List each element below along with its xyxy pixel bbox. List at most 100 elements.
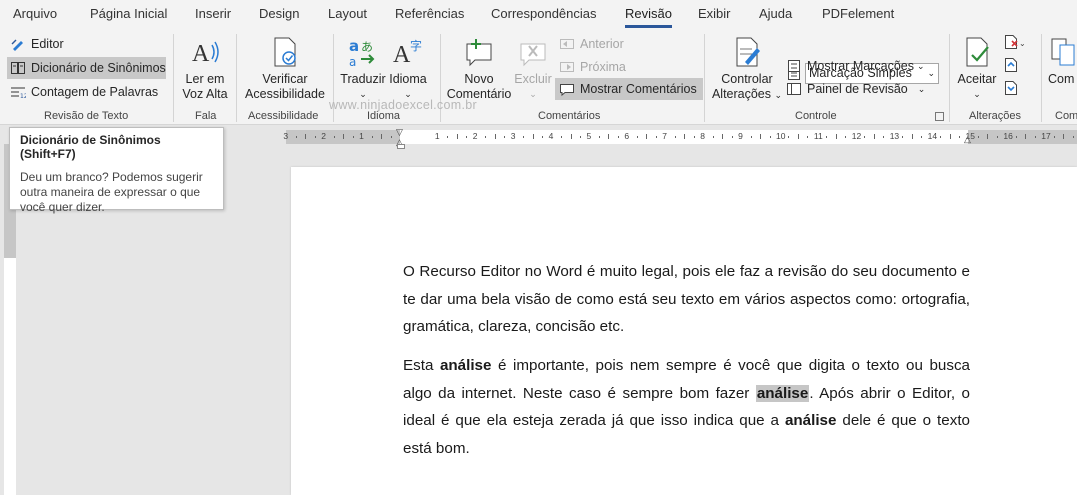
tab-ajuda[interactable]: Ajuda — [759, 6, 792, 21]
svg-text:a: a — [349, 55, 356, 69]
svg-text:あ: あ — [361, 40, 373, 54]
ruler-tick-mark — [788, 136, 790, 138]
previous-change-icon[interactable] — [1003, 57, 1019, 78]
comparar-button[interactable]: Com — [1048, 34, 1077, 87]
ruler-tick-mark — [1034, 136, 1036, 138]
read-aloud-icon: A — [188, 34, 222, 70]
idioma-button[interactable]: A字 Idioma ⌄ — [388, 34, 428, 102]
ruler-tick-mark — [959, 136, 961, 138]
svg-text:123: 123 — [20, 93, 26, 100]
tooltip-title: Dicionário de Sinônimos (Shift+F7) — [20, 133, 161, 161]
verificar-line2: Acessibilidade — [245, 87, 325, 101]
tab-layout[interactable]: Layout — [328, 6, 367, 21]
tab-referencias[interactable]: Referências — [395, 6, 464, 21]
controle-dialog-launcher-icon[interactable] — [935, 112, 944, 121]
ribbon-tabs: Arquivo Página Inicial Inserir Design La… — [0, 0, 1077, 30]
group-label-comentarios: Comentários — [538, 110, 601, 122]
ruler-tick-mark — [722, 134, 724, 139]
delete-comment-icon — [516, 34, 550, 70]
ruler-tick-label: 12 — [851, 131, 862, 141]
novo-comentario-button[interactable]: Novo Comentário — [447, 34, 511, 102]
tab-revisao[interactable]: Revisão — [625, 6, 672, 28]
anterior-button[interactable]: Anterior — [559, 33, 624, 55]
ruler-tick-mark — [494, 134, 496, 139]
dicionario-sinonimos-button[interactable]: Dicionário de Sinônimos — [7, 57, 166, 79]
svg-text:a: a — [349, 37, 359, 55]
group-label-alteracoes: Alterações — [969, 110, 1021, 122]
ler-voz-alta-button[interactable]: A Ler em Voz Alta — [181, 34, 229, 102]
left-indent-box-icon[interactable] — [397, 144, 405, 149]
ler-line1: Ler em — [185, 72, 225, 86]
ruler-tick-mark — [646, 134, 648, 139]
group-separator — [704, 34, 705, 122]
traduzir-button[interactable]: aあa Traduzir ⌄ — [340, 34, 386, 102]
show-markup-icon — [786, 58, 802, 74]
contagem-palavras-button[interactable]: 123 Contagem de Palavras — [10, 81, 160, 103]
p2-bold: análise — [784, 412, 837, 429]
editor-button[interactable]: Editor — [10, 33, 130, 55]
ruler-tick-mark — [1025, 134, 1027, 139]
ruler-tick-mark — [940, 136, 942, 138]
ruler-tick-mark — [902, 136, 904, 138]
ruler-tick-mark — [1015, 136, 1017, 138]
ruler-tick-mark — [523, 136, 525, 138]
tab-arquivo[interactable]: Arquivo — [13, 6, 57, 21]
controlar-line2: Alterações ⌄ — [712, 87, 782, 103]
ruler-tick-mark — [598, 136, 600, 138]
tab-inserir[interactable]: Inserir — [195, 6, 231, 21]
ruler-tick-mark — [381, 134, 383, 139]
chevron-down-icon: ⌄ — [927, 68, 935, 78]
verificar-acessibilidade-button[interactable]: Verificar Acessibilidade — [245, 34, 325, 102]
ruler-tick-mark — [466, 136, 468, 138]
verificar-line1: Verificar — [262, 72, 308, 86]
ruler-tick-mark — [333, 136, 335, 138]
ruler-tick-label: 3 — [510, 131, 516, 141]
ruler-tick-mark — [295, 136, 297, 138]
ruler-tick-mark — [504, 136, 506, 138]
document-page[interactable]: O Recurso Editor no Word é muito legal, … — [291, 167, 1077, 495]
accept-change-icon — [960, 34, 994, 70]
tab-pagina-inicial[interactable]: Página Inicial — [90, 6, 167, 21]
ruler-tick-mark — [760, 134, 762, 139]
ler-line2: Voz Alta — [182, 87, 228, 101]
ruler-tick-mark — [977, 136, 979, 138]
aceitar-button[interactable]: Aceitar ⌄ — [955, 34, 999, 102]
mostrar-marcacoes-button[interactable]: Mostrar Marcações ⌄ — [786, 55, 925, 77]
ruler-tick-mark — [807, 136, 809, 138]
ruler-tick-mark — [845, 136, 847, 138]
horizontal-ruler[interactable]: 3 2 1 1 2 3 4 5 6 7 8 9 10 11 12 13 14 15 16 17 ▽ △ △ — [283, 127, 1077, 147]
ruler-tick-label: 4 — [548, 131, 554, 141]
chevron-down-icon: ⌄ — [529, 89, 537, 99]
ruler-tick-mark — [532, 134, 534, 139]
next-change-icon[interactable] — [1003, 80, 1019, 101]
ruler-tick-mark — [949, 134, 951, 139]
tooltip: Dicionário de Sinônimos (Shift+F7) Deu u… — [9, 127, 224, 214]
paragraph-2[interactable]: Esta análise é importante, pois nem semp… — [403, 352, 970, 462]
selected-word[interactable]: análise — [755, 384, 810, 402]
mostrar-comentarios-button[interactable]: Mostrar Comentários — [555, 78, 703, 100]
reject-change-icon[interactable]: ⌄ — [1003, 34, 1027, 55]
paragraph-1[interactable]: O Recurso Editor no Word é muito legal, … — [403, 258, 970, 341]
excluir-button[interactable]: Excluir ⌄ — [513, 34, 553, 102]
ruler-tick-mark — [561, 136, 563, 138]
svg-text:A: A — [393, 42, 411, 68]
controlar-alteracoes-button[interactable]: Controlar Alterações ⌄ — [711, 34, 783, 103]
tab-pdfelement[interactable]: PDFelement — [822, 6, 894, 21]
compare-icon — [1048, 34, 1077, 70]
right-indent-icon[interactable]: △ — [964, 134, 971, 145]
accessibility-check-icon — [268, 34, 302, 70]
translate-icon: aあa — [346, 34, 380, 70]
tab-exibir[interactable]: Exibir — [698, 6, 731, 21]
proxima-button[interactable]: Próxima — [559, 56, 626, 78]
group-separator — [173, 34, 174, 122]
excluir-label: Excluir — [514, 72, 552, 86]
painel-revisao-button[interactable]: Painel de Revisão ⌄ — [786, 78, 925, 100]
group-label-fala: Fala — [195, 110, 217, 122]
track-changes-icon — [730, 34, 764, 70]
tab-correspondencias[interactable]: Correspondências — [491, 6, 597, 21]
tab-design[interactable]: Design — [259, 6, 299, 21]
ruler-tick-mark — [883, 136, 885, 138]
ruler-tick-mark — [684, 134, 686, 139]
group-label-acessibilidade: Acessibilidade — [248, 110, 319, 122]
ruler-tick-mark — [485, 136, 487, 138]
